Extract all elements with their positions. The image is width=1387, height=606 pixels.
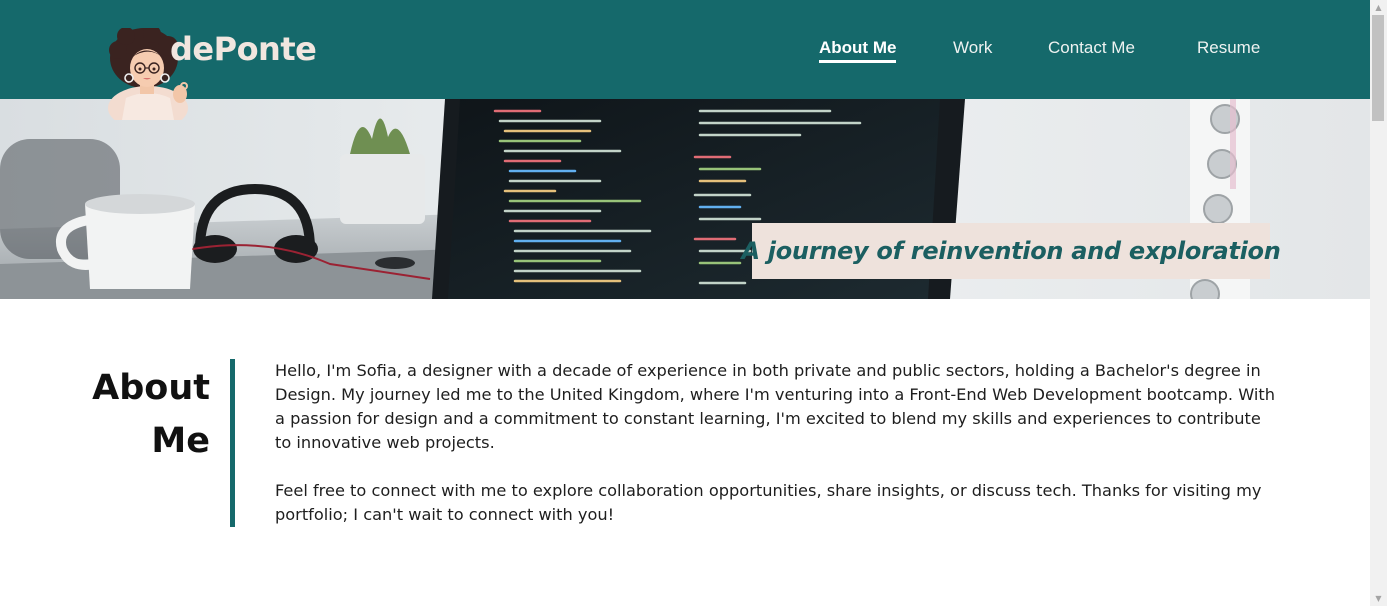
nav-contact-me[interactable]: Contact Me	[1048, 38, 1135, 58]
about-heading-line1: About	[92, 368, 210, 408]
hero-tagline: A journey of reinvention and exploration	[741, 237, 1281, 265]
scroll-down-arrow-icon[interactable]: ▼	[1370, 591, 1387, 606]
page: About Me Work Contact Me Resume dePonte …	[0, 0, 1387, 606]
about-divider	[230, 359, 235, 527]
nav-work[interactable]: Work	[953, 38, 992, 58]
scrollbar-thumb[interactable]	[1372, 15, 1384, 121]
scroll-up-arrow-icon[interactable]: ▲	[1370, 0, 1387, 15]
nav-resume[interactable]: Resume	[1197, 38, 1260, 58]
nav-about-me[interactable]: About Me	[819, 38, 897, 63]
tagline-box: A journey of reinvention and exploration	[741, 223, 1281, 279]
vertical-scrollbar[interactable]: ▲ ▼	[1370, 0, 1387, 606]
brand-name: dePonte	[170, 30, 317, 68]
hero-banner: A journey of reinvention and exploration	[0, 99, 1370, 299]
about-heading-line2: Me	[151, 421, 210, 461]
brand-logo[interactable]: dePonte	[104, 28, 324, 122]
about-text: Hello, I'm Sofia, a designer with a deca…	[275, 359, 1275, 527]
about-heading: About Me	[60, 362, 210, 468]
about-paragraph-2: Feel free to connect with me to explore …	[275, 481, 1262, 524]
about-paragraph-1: Hello, I'm Sofia, a designer with a deca…	[275, 361, 1275, 452]
